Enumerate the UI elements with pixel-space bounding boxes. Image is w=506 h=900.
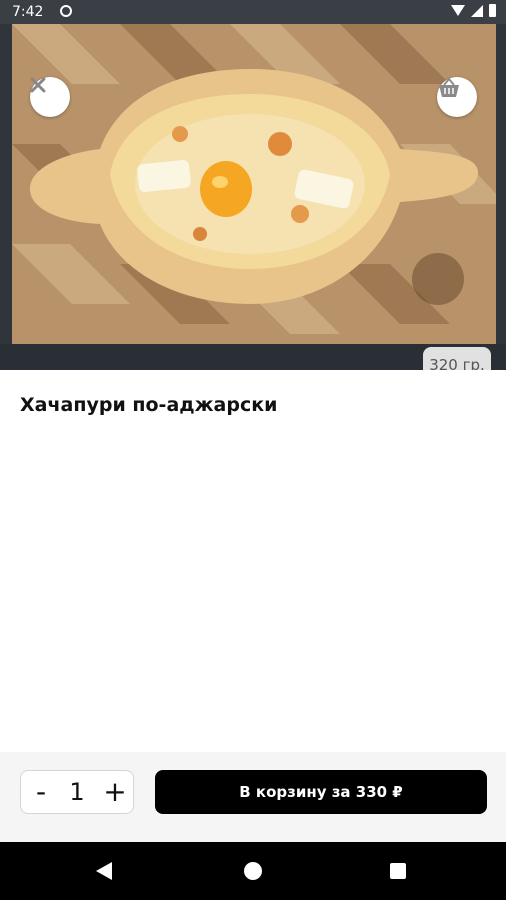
- product-title: Хачапури по-аджарски: [20, 394, 278, 416]
- basket-button[interactable]: [437, 77, 477, 117]
- status-time: 7:42: [12, 4, 44, 20]
- home-icon[interactable]: [244, 862, 262, 880]
- product-image: 320 гр.: [0, 24, 506, 370]
- close-icon: [30, 77, 46, 93]
- weight-badge: 320 гр.: [423, 347, 491, 370]
- wifi-icon: [451, 5, 465, 16]
- add-to-cart-button[interactable]: В корзину за 330 ₽: [155, 770, 487, 814]
- increase-quantity-button[interactable]: +: [101, 774, 129, 810]
- status-bar: 7:42: [0, 0, 506, 24]
- basket-icon: [439, 77, 459, 97]
- quantity-value: 1: [69, 778, 85, 806]
- notification-icon: [60, 5, 72, 17]
- navigation-bar: [0, 842, 506, 900]
- signal-icon: [471, 4, 483, 17]
- back-icon[interactable]: [96, 862, 112, 880]
- recent-apps-icon[interactable]: [390, 863, 406, 879]
- decrease-quantity-button[interactable]: -: [27, 774, 55, 810]
- quantity-stepper: - 1 +: [20, 770, 134, 814]
- product-photo: [0, 24, 506, 370]
- battery-icon: [489, 4, 496, 17]
- close-button[interactable]: [30, 77, 70, 117]
- status-icons: [451, 4, 496, 17]
